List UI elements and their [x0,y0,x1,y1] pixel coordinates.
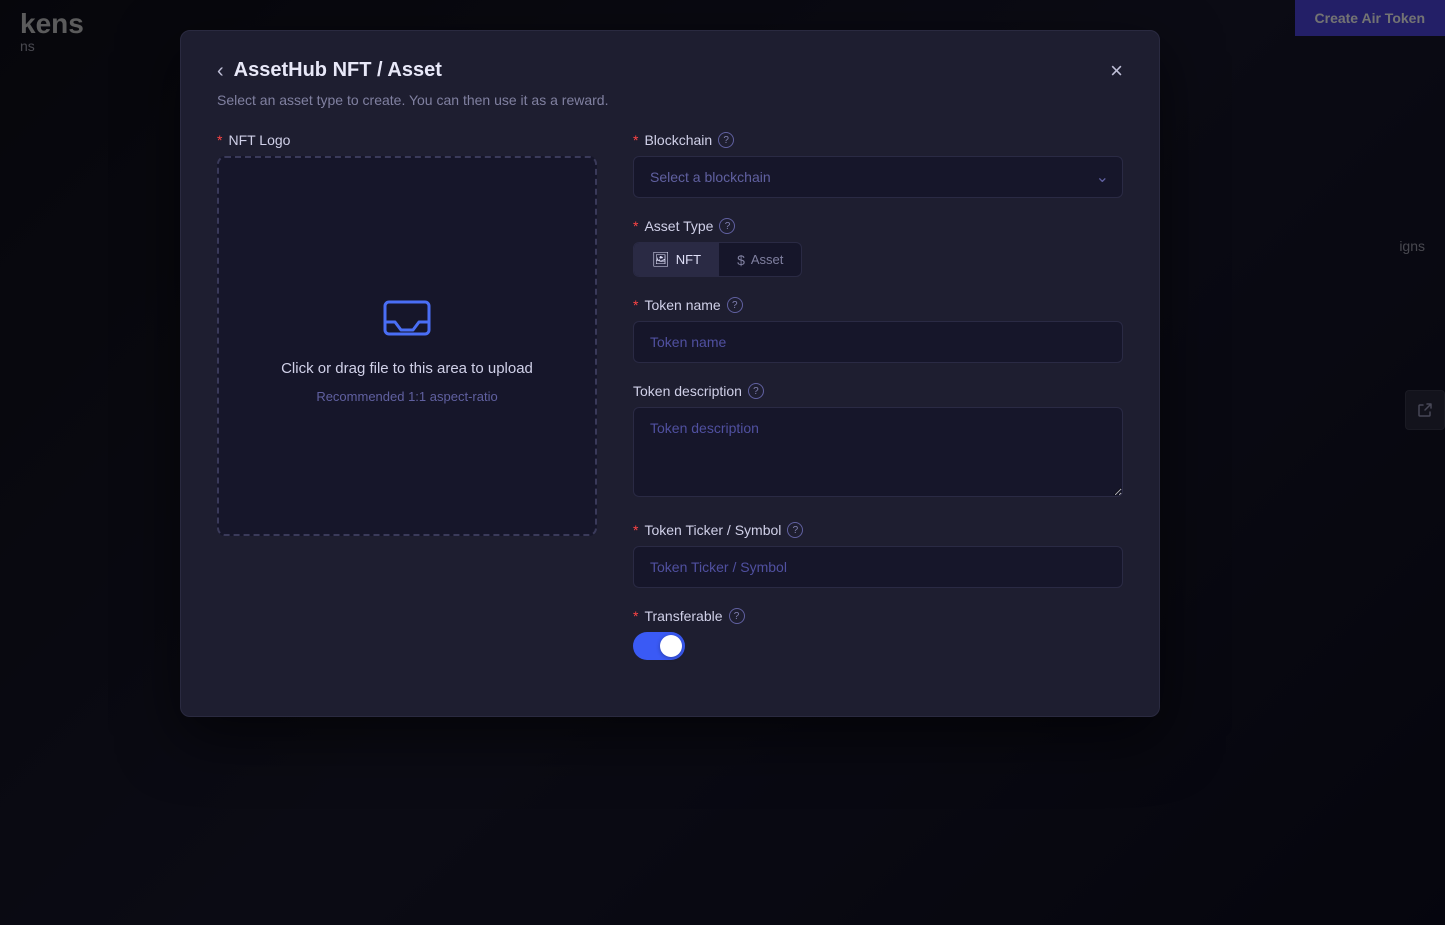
close-button[interactable]: × [1110,60,1123,82]
upload-area[interactable]: Click or drag file to this area to uploa… [217,156,597,536]
modal-body: * NFT Logo Click or drag file to this ar… [217,132,1123,680]
token-ticker-input[interactable] [633,546,1123,588]
asset-btn-label: Asset [751,252,784,267]
modal-subtitle: Select an asset type to create. You can … [217,92,1123,108]
upload-icon [377,288,437,348]
nft-btn-label: NFT [676,252,701,267]
back-button[interactable]: ‹ [217,61,224,81]
nft-icon: 🖼 [652,251,670,268]
token-desc-label: Token description ? [633,383,1123,399]
blockchain-required-star: * [633,132,638,148]
required-star: * [217,132,222,148]
upload-text: Click or drag file to this area to uploa… [281,360,533,377]
token-desc-help-icon[interactable]: ? [748,383,764,399]
blockchain-field: * Blockchain ? Select a blockchain ⌄ [633,132,1123,198]
token-desc-input[interactable] [633,407,1123,497]
token-ticker-label: * Token Ticker / Symbol ? [633,522,1123,538]
asset-type-label: * Asset Type ? [633,218,1123,234]
token-name-field: * Token name ? [633,297,1123,363]
right-column: * Blockchain ? Select a blockchain ⌄ * A… [633,132,1123,680]
modal-title-group: ‹ AssetHub NFT / Asset [217,59,442,82]
blockchain-select[interactable]: Select a blockchain [633,156,1123,198]
token-name-input[interactable] [633,321,1123,363]
asset-type-label-text: Asset Type [644,218,713,234]
token-name-label: * Token name ? [633,297,1123,313]
asset-toggle-button[interactable]: $ Asset [719,243,801,276]
blockchain-label-text: Blockchain [644,132,712,148]
token-ticker-required-star: * [633,522,638,538]
nft-logo-field: * NFT Logo Click or drag file to this ar… [217,132,597,536]
token-name-label-text: Token name [644,297,720,313]
nft-toggle-button[interactable]: 🖼 NFT [634,243,719,276]
nft-logo-label: * NFT Logo [217,132,597,148]
asset-icon: $ [737,252,745,268]
nft-logo-label-text: NFT Logo [228,132,290,148]
modal-container: ‹ AssetHub NFT / Asset × Select an asset… [180,30,1160,717]
blockchain-select-wrapper: Select a blockchain ⌄ [633,156,1123,198]
left-column: * NFT Logo Click or drag file to this ar… [217,132,597,680]
token-desc-field: Token description ? [633,383,1123,502]
transferable-label-text: Transferable [644,608,722,624]
blockchain-label: * Blockchain ? [633,132,1123,148]
modal-title: AssetHub NFT / Asset [234,59,442,82]
transferable-field: * Transferable ? [633,608,1123,660]
transferable-label: * Transferable ? [633,608,1123,624]
modal-header: ‹ AssetHub NFT / Asset × [217,59,1123,82]
token-ticker-help-icon[interactable]: ? [787,522,803,538]
blockchain-help-icon[interactable]: ? [718,132,734,148]
asset-type-help-icon[interactable]: ? [719,218,735,234]
transferable-help-icon[interactable]: ? [729,608,745,624]
token-name-required-star: * [633,297,638,313]
toggle-slider [633,632,685,660]
transferable-required-star: * [633,608,638,624]
token-desc-label-text: Token description [633,383,742,399]
token-ticker-label-text: Token Ticker / Symbol [644,522,781,538]
token-name-help-icon[interactable]: ? [727,297,743,313]
transferable-toggle[interactable] [633,632,685,660]
asset-type-field: * Asset Type ? 🖼 NFT $ Asset [633,218,1123,277]
upload-hint: Recommended 1:1 aspect-ratio [316,389,497,404]
asset-type-required-star: * [633,218,638,234]
asset-type-toggle: 🖼 NFT $ Asset [633,242,802,277]
token-ticker-field: * Token Ticker / Symbol ? [633,522,1123,588]
